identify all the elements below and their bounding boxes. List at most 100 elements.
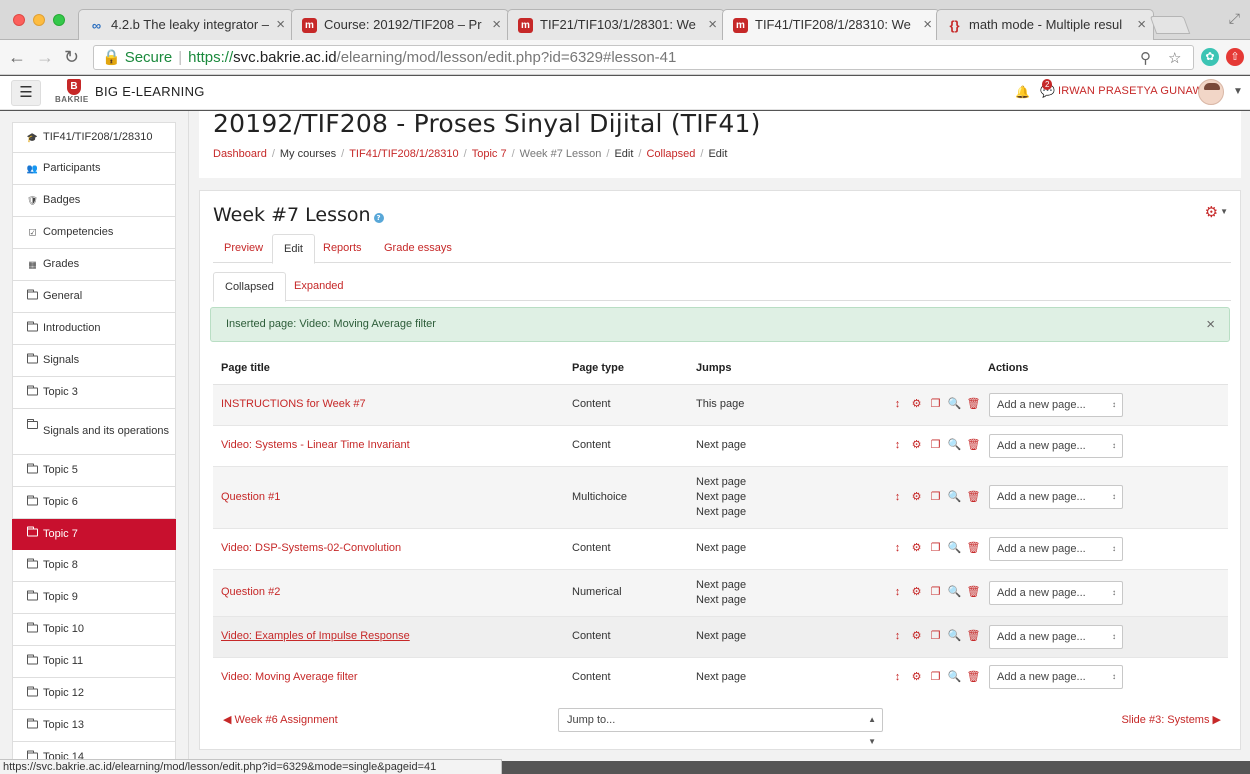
forward-icon[interactable]: → [36,47,54,68]
close-tab-icon[interactable]: × [708,10,717,40]
add-page-select[interactable]: Add a new page... ↕ [989,392,1123,417]
tab-collapsed[interactable]: Collapsed [213,272,286,302]
window-minimize-button[interactable] [33,14,45,26]
browser-tab[interactable]: {} math mode - Multiple resul × [936,9,1154,40]
gear-icon[interactable]: ⚙ [907,585,926,600]
preview-icon[interactable]: 🔍 [945,670,964,685]
page-title-link[interactable]: Video: Moving Average filter [221,671,358,683]
back-icon[interactable]: ← [8,47,26,68]
user-name[interactable]: IRWAN PRASETYA GUNAWAN [1058,85,1218,97]
browser-tab[interactable]: m Course: 20192/TIF208 – Pr × [291,9,509,40]
sidebar-item[interactable]: Topic 5 [12,455,176,487]
sidebar-item[interactable]: Introduction [12,313,176,345]
chevron-down-icon[interactable]: ▼ [1233,86,1243,97]
sidebar-item[interactable]: Topic 11 [12,646,176,678]
copy-icon[interactable]: ❐ [926,490,945,505]
preview-icon[interactable]: 🔍 [945,585,964,600]
gear-icon[interactable]: ⚙ [907,629,926,644]
preview-icon[interactable]: 🔍 [945,490,964,505]
delete-icon[interactable]: 🗑 [964,585,983,600]
sidebar-item[interactable]: Topic 10 [12,614,176,646]
page-title-link[interactable]: Question #1 [221,491,280,503]
page-title-link[interactable]: Question #2 [221,586,280,598]
close-tab-icon[interactable]: × [276,10,285,40]
move-icon[interactable]: ↕ [888,438,907,453]
gear-icon[interactable]: ⚙ [907,490,926,505]
page-title-link[interactable]: Video: DSP-Systems-02-Convolution [221,542,401,554]
copy-icon[interactable]: ❐ [926,670,945,685]
add-page-select[interactable]: Add a new page... ↕ [989,536,1123,561]
delete-icon[interactable]: 🗑 [964,438,983,453]
gear-icon[interactable]: ⚙ [907,670,926,685]
sidebar-item[interactable]: 👥 Participants [12,153,176,185]
bookmark-star-icon[interactable]: ☆ [1168,47,1181,70]
gear-icon[interactable]: ⚙ [907,541,926,556]
tab-edit[interactable]: Edit [272,234,315,264]
sidebar-item[interactable]: Topic 12 [12,678,176,710]
sidebar-item[interactable]: Topic 6 [12,487,176,519]
add-page-select[interactable]: Add a new page... ↕ [989,580,1123,605]
breadcrumb-dashboard[interactable]: Dashboard [213,148,267,160]
sidebar-item[interactable]: Signals [12,345,176,377]
delete-icon[interactable]: 🗑 [964,397,983,412]
sidebar-item[interactable]: Topic 9 [12,582,176,614]
browser-tab[interactable]: ∞ 4.2.b The leaky integrator – × [78,9,293,40]
move-icon[interactable]: ↕ [888,490,907,505]
preview-icon[interactable]: 🔍 [945,438,964,453]
breadcrumb-edit[interactable]: Edit [614,148,633,160]
move-icon[interactable]: ↕ [888,670,907,685]
tab-expanded[interactable]: Expanded [283,272,355,301]
messages-icon[interactable]: 💬 2 [1040,79,1055,98]
breadcrumb-collapsed[interactable]: Collapsed [646,148,695,160]
move-icon[interactable]: ↕ [888,397,907,412]
browser-tab[interactable]: m TIF21/TIF103/1/28301: We × [507,9,725,40]
copy-icon[interactable]: ❐ [926,585,945,600]
move-icon[interactable]: ↕ [888,629,907,644]
sidebar-item[interactable]: Topic 3 [12,377,176,409]
breadcrumb-topic[interactable]: Topic 7 [472,148,507,160]
add-page-select[interactable]: Add a new page... ↕ [989,485,1123,509]
copy-icon[interactable]: ❐ [926,629,945,644]
browser-tab-active[interactable]: m TIF41/TIF208/1/28310: We × [722,9,940,41]
fullscreen-icon[interactable]: ⤢ [1229,10,1240,27]
help-icon[interactable]: ? [373,213,384,223]
delete-icon[interactable]: 🗑 [964,490,983,505]
avatar[interactable] [1198,79,1224,105]
breadcrumb-course[interactable]: TIF41/TIF208/1/28310 [349,148,458,160]
window-zoom-button[interactable] [53,14,65,26]
new-tab-button[interactable] [1149,16,1191,34]
tab-grade-essays[interactable]: Grade essays [373,234,463,263]
upload-extension-icon[interactable]: ⇧ [1226,48,1244,66]
add-page-select[interactable]: Add a new page... ↕ [989,624,1123,649]
tab-reports[interactable]: Reports [312,234,373,263]
site-name[interactable]: BIG E-LEARNING [95,84,205,99]
delete-icon[interactable]: 🗑 [964,670,983,685]
copy-icon[interactable]: ❐ [926,541,945,556]
university-logo[interactable]: B BAKRIE [55,79,93,107]
close-tab-icon[interactable]: × [923,10,932,40]
delete-icon[interactable]: 🗑 [964,629,983,644]
previous-activity-link[interactable]: ◀ Week #6 Assignment [223,713,338,726]
sidebar-item[interactable]: 🛡 Badges [12,185,176,217]
page-title-link[interactable]: Video: Systems - Linear Time Invariant [221,439,410,451]
zoom-icon[interactable]: ⚲ [1140,47,1151,70]
breadcrumb-lesson[interactable]: Week #7 Lesson [520,148,602,160]
sidebar-item[interactable]: ▦ Grades [12,249,176,281]
preview-icon[interactable]: 🔍 [945,541,964,556]
delete-icon[interactable]: 🗑 [964,541,983,556]
copy-icon[interactable]: ❐ [926,397,945,412]
page-title-link[interactable]: INSTRUCTIONS for Week #7 [221,398,366,410]
close-icon[interactable]: × [1206,308,1215,341]
sidebar-item[interactable]: Topic 8 [12,550,176,582]
sidebar-item[interactable]: Topic 13 [12,710,176,742]
close-tab-icon[interactable]: × [492,10,501,40]
preview-icon[interactable]: 🔍 [945,629,964,644]
add-page-select[interactable]: Add a new page... ↕ [989,665,1123,690]
next-activity-link[interactable]: Slide #3: Systems ▶ [1121,713,1221,726]
sidebar-item[interactable]: General [12,281,176,313]
sidebar-item[interactable]: ☑ Competencies [12,217,176,249]
preview-icon[interactable]: 🔍 [945,397,964,412]
menu-toggle-icon[interactable]: ☰ [11,80,41,106]
gear-icon[interactable]: ⚙ ▼ [1205,203,1228,221]
close-tab-icon[interactable]: × [1137,10,1146,40]
